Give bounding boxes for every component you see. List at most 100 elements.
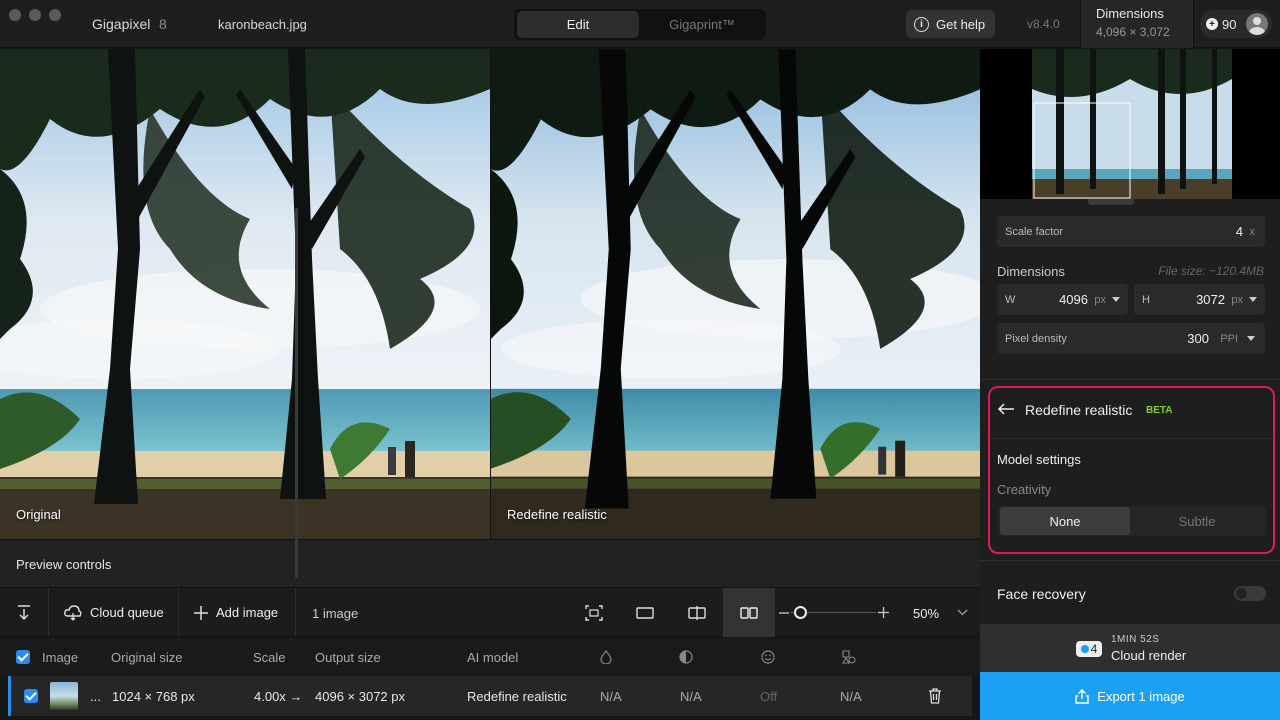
zoom-slider-handle[interactable] bbox=[794, 606, 807, 619]
processed-image bbox=[491, 49, 980, 539]
select-all-checkbox[interactable] bbox=[16, 650, 30, 664]
split-view-icon bbox=[688, 605, 706, 620]
chevron-down-icon[interactable] bbox=[957, 609, 968, 616]
scale-factor-field[interactable]: Scale factor 4 x bbox=[997, 216, 1265, 247]
cloud-render-button[interactable]: 4 1MIN 52S Cloud render bbox=[980, 624, 1280, 672]
zoom-in-icon[interactable] bbox=[878, 607, 889, 618]
creativity-none-option[interactable]: None bbox=[1000, 507, 1130, 535]
col-original-size[interactable]: Original size bbox=[111, 650, 183, 665]
credits-badge[interactable]: + 90 bbox=[1200, 10, 1272, 38]
row-scale: 4.00x → bbox=[254, 689, 303, 704]
section-divider bbox=[980, 379, 1280, 380]
export-label: Export 1 image bbox=[1097, 688, 1185, 704]
row-ai-model: Redefine realistic bbox=[467, 689, 567, 704]
row-col-3: Off bbox=[760, 689, 778, 704]
droplet-icon bbox=[600, 650, 612, 664]
toolbar: Cloud queue Add image 1 image 50% bbox=[0, 587, 980, 637]
trash-icon[interactable] bbox=[928, 688, 942, 704]
face-recovery-label: Face recovery bbox=[997, 586, 1086, 602]
pixel-density-value[interactable]: 300 bbox=[1187, 331, 1209, 346]
height-field[interactable]: H 3072 px bbox=[1134, 284, 1265, 315]
sidebar-scrollbar[interactable] bbox=[295, 208, 298, 578]
height-unit: px bbox=[1231, 294, 1243, 306]
preview-controls[interactable]: Preview controls bbox=[0, 539, 980, 587]
navigator-image bbox=[1032, 49, 1232, 199]
model-divider bbox=[990, 438, 1273, 439]
col-image[interactable]: Image bbox=[42, 650, 78, 665]
processed-label: Redefine realistic bbox=[507, 507, 607, 522]
avatar[interactable] bbox=[1246, 13, 1268, 35]
height-unit-caret-icon[interactable] bbox=[1249, 297, 1257, 302]
add-image-button[interactable]: Add image bbox=[179, 588, 296, 637]
creativity-selector: None Subtle bbox=[998, 506, 1266, 536]
sidebar bbox=[980, 49, 1280, 720]
table-row[interactable]: ... 1024 × 768 px 4.00x → 4096 × 3072 px… bbox=[8, 676, 972, 716]
height-value[interactable]: 3072 bbox=[1196, 292, 1225, 307]
face-divider bbox=[980, 560, 1280, 561]
tab-edit[interactable]: Edit bbox=[517, 11, 639, 38]
zoom-level[interactable]: 50% bbox=[913, 606, 939, 621]
width-value[interactable]: 4096 bbox=[1059, 292, 1088, 307]
cloud-queue-button[interactable]: Cloud queue bbox=[49, 588, 179, 637]
split-view-button[interactable] bbox=[671, 588, 723, 637]
tab-gigaprint[interactable]: Gigaprint™ bbox=[641, 11, 763, 38]
download-arrow-icon bbox=[18, 604, 30, 620]
model-settings-label: Model settings bbox=[997, 452, 1081, 467]
file-size: File size: ~120.4MB bbox=[1158, 264, 1264, 278]
col-scale[interactable]: Scale bbox=[253, 650, 286, 665]
scale-factor-value[interactable]: 4 bbox=[1236, 224, 1243, 239]
density-caret-icon[interactable] bbox=[1247, 336, 1255, 341]
dimensions-display: Dimensions 4,096 × 3,072 bbox=[1080, 0, 1194, 48]
width-label: W bbox=[1005, 294, 1016, 306]
render-credit-count: 4 bbox=[1090, 642, 1098, 656]
dimensions-section-label: Dimensions bbox=[997, 264, 1065, 279]
height-label: H bbox=[1142, 294, 1150, 306]
cloud-render-label: Cloud render bbox=[1111, 648, 1187, 663]
face-recovery-toggle[interactable] bbox=[1234, 586, 1266, 601]
cloud-queue-label: Cloud queue bbox=[90, 605, 164, 620]
preview-controls-label: Preview controls bbox=[16, 557, 112, 572]
row-selected-indicator bbox=[8, 676, 11, 716]
preview-processed[interactable]: Redefine realistic bbox=[491, 49, 980, 539]
maximize-window-button[interactable] bbox=[49, 9, 61, 21]
navigator-handle[interactable] bbox=[1088, 199, 1134, 205]
fit-view-button[interactable] bbox=[568, 588, 620, 637]
col-output-size[interactable]: Output size bbox=[315, 650, 381, 665]
image-count: 1 image bbox=[312, 606, 359, 621]
export-button[interactable]: Export 1 image bbox=[980, 672, 1280, 720]
row-thumbnail bbox=[50, 682, 78, 710]
mode-switch: Edit Gigaprint™ bbox=[514, 9, 766, 40]
original-label: Original bbox=[16, 507, 61, 522]
row-filename: ... bbox=[90, 689, 101, 704]
download-button[interactable] bbox=[0, 588, 49, 637]
width-field[interactable]: W 4096 px bbox=[997, 284, 1128, 315]
row-checkbox[interactable] bbox=[24, 689, 38, 703]
get-help-label: Get help bbox=[936, 16, 986, 32]
creativity-subtle-option[interactable]: Subtle bbox=[1132, 507, 1262, 535]
row-col-4: N/A bbox=[840, 689, 862, 704]
back-arrow-icon[interactable] bbox=[997, 403, 1015, 415]
pixel-density-field[interactable]: Pixel density 300 PPI bbox=[997, 323, 1265, 354]
model-title: Redefine realistic bbox=[1025, 402, 1133, 418]
minimize-window-button[interactable] bbox=[29, 9, 41, 21]
add-image-label: Add image bbox=[216, 605, 279, 620]
side-by-side-view-button[interactable] bbox=[723, 588, 775, 637]
share-icon bbox=[1075, 688, 1089, 704]
credit-plus-icon: + bbox=[1206, 18, 1218, 30]
dimensions-label: Dimensions bbox=[1096, 6, 1164, 21]
single-view-button[interactable] bbox=[619, 588, 671, 637]
get-help-button[interactable]: i Get help bbox=[906, 10, 995, 38]
focus-frame-icon bbox=[585, 604, 603, 621]
table-header: Image Original size Scale Output size AI… bbox=[0, 638, 980, 676]
width-unit-caret-icon[interactable] bbox=[1112, 297, 1120, 302]
zoom-out-icon[interactable] bbox=[779, 608, 789, 618]
col-ai-model[interactable]: AI model bbox=[467, 650, 518, 665]
pixel-density-label: Pixel density bbox=[1005, 333, 1067, 345]
face-icon bbox=[761, 650, 775, 664]
close-window-button[interactable] bbox=[9, 9, 21, 21]
preview-original[interactable]: Original bbox=[0, 49, 490, 539]
row-col-2: N/A bbox=[680, 689, 702, 704]
scale-factor-unit: x bbox=[1249, 226, 1256, 238]
navigator-thumbnail[interactable] bbox=[980, 49, 1280, 199]
row-col-1: N/A bbox=[600, 689, 622, 704]
